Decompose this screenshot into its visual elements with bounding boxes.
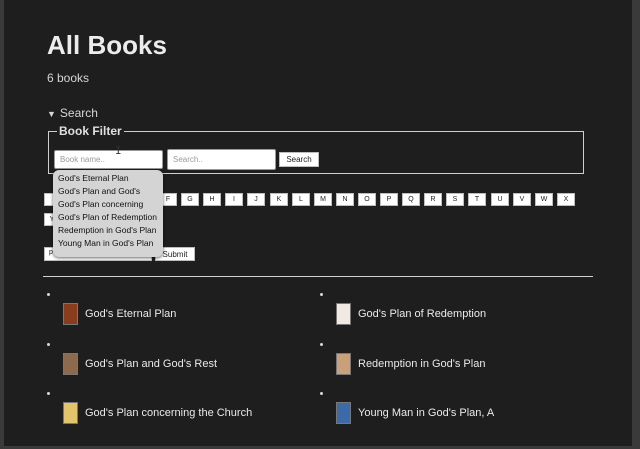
autocomplete-option[interactable]: God's Plan of Redemption [53,211,163,224]
letter-button-x[interactable]: X [557,193,575,206]
letter-button-j[interactable]: J [247,193,265,206]
list-bullet [47,392,50,395]
list-bullet [320,293,323,296]
letter-button-u[interactable]: U [491,193,509,206]
book-cover-image[interactable] [63,402,78,424]
letter-button-n[interactable]: N [336,193,354,206]
book-cover-image[interactable] [336,303,351,325]
autocomplete-option[interactable]: Redemption in God's Plan [53,224,163,237]
book-title-link[interactable]: God's Eternal Plan [85,308,176,320]
book-title-link[interactable]: God's Plan concerning the Church [85,407,252,419]
search-input[interactable] [167,149,276,170]
divider [43,276,593,277]
search-toggle-label: Search [59,106,98,120]
list-bullet [320,343,323,346]
letter-button-o[interactable]: O [358,193,376,206]
autocomplete-option[interactable]: God's Plan concerning [53,198,163,211]
letter-button-p[interactable]: P [380,193,398,206]
book-title-link[interactable]: God's Plan and God's Rest [85,358,217,370]
triangle-down-icon: ▼ [47,109,56,119]
letter-button-t[interactable]: T [468,193,486,206]
book-title-link[interactable]: God's Plan of Redemption [358,308,486,320]
letter-button-s[interactable]: S [446,193,464,206]
letter-button-h[interactable]: H [203,193,221,206]
book-count: 6 books [47,71,90,85]
letter-button-k[interactable]: K [270,193,288,206]
autocomplete-dropdown: God's Eternal Plan God's Plan and God's Go… [53,170,163,257]
list-bullet [47,343,50,346]
book-name-input[interactable] [54,150,163,169]
text-cursor-icon: I [115,146,122,158]
letter-button-r[interactable]: R [424,193,442,206]
book-title-link[interactable]: Redemption in God's Plan [358,358,485,370]
book-cover-image[interactable] [336,353,351,375]
page-title: All Books [47,30,167,60]
letter-button-m[interactable]: M [314,193,332,206]
letter-button-w[interactable]: W [535,193,553,206]
letter-button-l[interactable]: L [292,193,310,206]
autocomplete-option[interactable]: God's Plan and God's [53,185,163,198]
letter-button-q[interactable]: Q [402,193,420,206]
book-cover-image[interactable] [63,303,78,325]
autocomplete-option[interactable]: God's Eternal Plan [53,172,163,185]
book-cover-image[interactable] [336,402,351,424]
letter-button-i[interactable]: I [225,193,243,206]
search-button[interactable]: Search [279,152,319,167]
book-title-link[interactable]: Young Man in God's Plan, A [358,407,494,419]
autocomplete-option[interactable]: Young Man in God's Plan [53,237,163,250]
search-toggle[interactable]: ▼ Search [47,106,98,120]
book-filter-legend: Book Filter [59,124,122,138]
list-bullet [320,392,323,395]
letter-button-v[interactable]: V [513,193,531,206]
book-cover-image[interactable] [63,353,78,375]
letter-button-g[interactable]: G [181,193,199,206]
list-bullet [47,293,50,296]
